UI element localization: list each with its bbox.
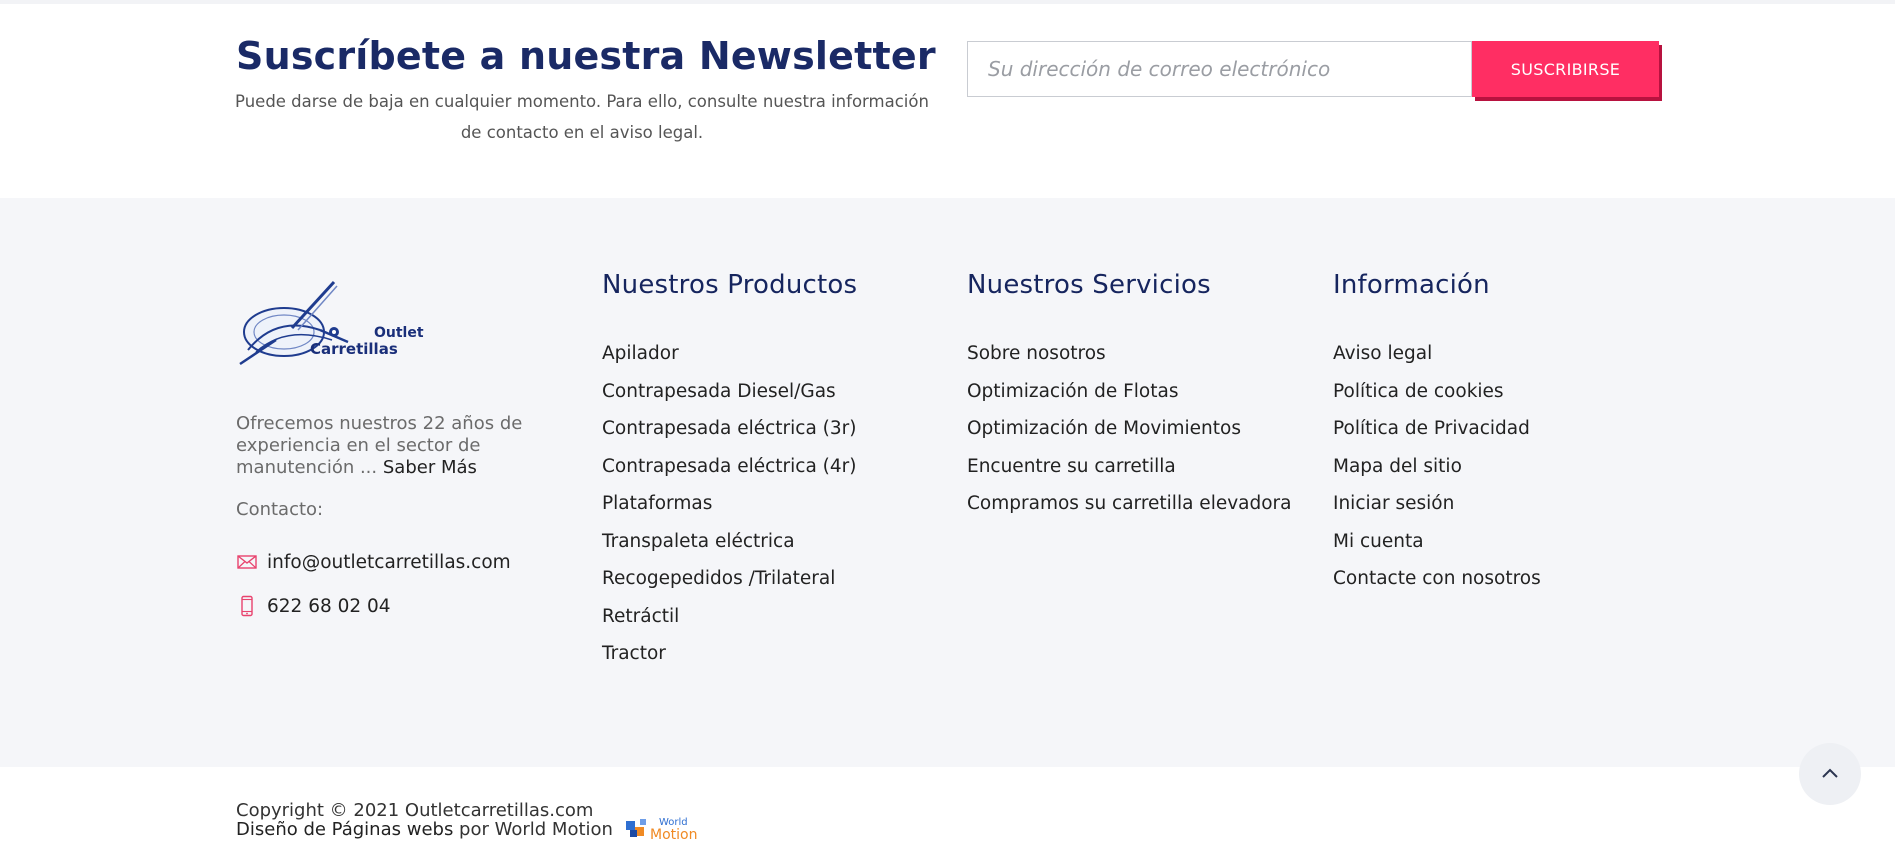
phone-link[interactable]: 622 68 02 04 bbox=[267, 596, 391, 617]
services-link[interactable]: Optimización de Movimientos bbox=[967, 418, 1292, 456]
services-link[interactable]: Sobre nosotros bbox=[967, 343, 1292, 381]
subscribe-button[interactable]: SUSCRIBIRSE bbox=[1472, 41, 1659, 97]
copyright-text: Copyright © 2021 Outletcarretillas.com bbox=[236, 800, 594, 821]
products-column: Nuestros Productos Apilador Contrapesada… bbox=[602, 270, 858, 664]
products-link[interactable]: Contrapesada Diesel/Gas bbox=[602, 381, 857, 419]
services-list: Sobre nosotros Optimización de Flotas Op… bbox=[967, 343, 1292, 531]
logo-text-carretillas: Carretillas bbox=[310, 340, 398, 358]
info-column: Información Aviso legal Política de cook… bbox=[1333, 270, 1541, 589]
envelope-icon bbox=[236, 551, 258, 573]
products-link[interactable]: Plataformas bbox=[602, 493, 857, 531]
info-link[interactable]: Mapa del sitio bbox=[1333, 456, 1541, 494]
chevron-up-icon bbox=[1820, 766, 1840, 783]
info-list: Aviso legal Política de cookies Política… bbox=[1333, 343, 1541, 606]
services-link[interactable]: Optimización de Flotas bbox=[967, 381, 1292, 419]
info-link[interactable]: Política de cookies bbox=[1333, 381, 1541, 419]
products-link[interactable]: Recogepedidos /Trilateral bbox=[602, 568, 857, 606]
info-link[interactable]: Contacte con nosotros bbox=[1333, 568, 1541, 606]
products-link[interactable]: Contrapesada eléctrica (4r) bbox=[602, 456, 857, 494]
info-link[interactable]: Mi cuenta bbox=[1333, 531, 1541, 569]
newsletter-form: SUSCRIBIRSE bbox=[967, 41, 1663, 99]
logo-mark: Outlet Carretillas bbox=[239, 280, 424, 366]
products-link[interactable]: Contrapesada eléctrica (3r) bbox=[602, 418, 857, 456]
phone-contact[interactable]: 622 68 02 04 bbox=[236, 595, 391, 617]
email-contact[interactable]: info@outletcarretillas.com bbox=[236, 551, 511, 573]
saber-mas-link[interactable]: Saber Más bbox=[383, 457, 477, 478]
wm-logo-text-motion: Motion bbox=[650, 827, 697, 843]
email-link[interactable]: info@outletcarretillas.com bbox=[267, 552, 511, 573]
products-link[interactable]: Transpaleta eléctrica bbox=[602, 531, 857, 569]
products-list: Apilador Contrapesada Diesel/Gas Contrap… bbox=[602, 343, 857, 681]
design-credit-link[interactable]: Diseño de Páginas webs bbox=[236, 819, 453, 840]
about-text: Ofrecemos nuestros 22 años de experienci… bbox=[236, 413, 556, 479]
services-column: Nuestros Servicios Sobre nosotros Optimi… bbox=[967, 270, 1292, 514]
products-link[interactable]: Apilador bbox=[602, 343, 857, 381]
newsletter-email-input[interactable] bbox=[967, 41, 1472, 97]
design-credit-by: por World Motion bbox=[453, 819, 613, 840]
newsletter-description: Puede darse de baja en cualquier momento… bbox=[235, 92, 929, 142]
mobile-phone-icon bbox=[236, 595, 258, 617]
products-link[interactable]: Tractor bbox=[602, 643, 857, 681]
outlet-carretillas-logo[interactable]: Outlet Carretillas bbox=[236, 280, 426, 370]
products-heading: Nuestros Productos bbox=[602, 270, 858, 300]
logo-text-outlet: Outlet bbox=[374, 325, 424, 341]
top-divider bbox=[0, 0, 1895, 4]
services-link[interactable]: Compramos su carretilla elevadora bbox=[967, 493, 1292, 531]
newsletter-title: Suscríbete a nuestra Newsletter bbox=[236, 34, 936, 78]
back-to-top-button[interactable] bbox=[1799, 743, 1861, 805]
info-link[interactable]: Política de Privacidad bbox=[1333, 418, 1541, 456]
contact-label: Contacto: bbox=[236, 499, 324, 520]
about-description: Ofrecemos nuestros 22 años de experienci… bbox=[236, 413, 523, 478]
info-link[interactable]: Iniciar sesión bbox=[1333, 493, 1541, 531]
info-link[interactable]: Aviso legal bbox=[1333, 343, 1541, 381]
info-heading: Información bbox=[1333, 270, 1490, 300]
design-credit: Diseño de Páginas webs por World Motion bbox=[236, 821, 613, 839]
services-heading: Nuestros Servicios bbox=[967, 270, 1211, 300]
products-link[interactable]: Retráctil bbox=[602, 606, 857, 644]
services-link[interactable]: Encuentre su carretilla bbox=[967, 456, 1292, 494]
